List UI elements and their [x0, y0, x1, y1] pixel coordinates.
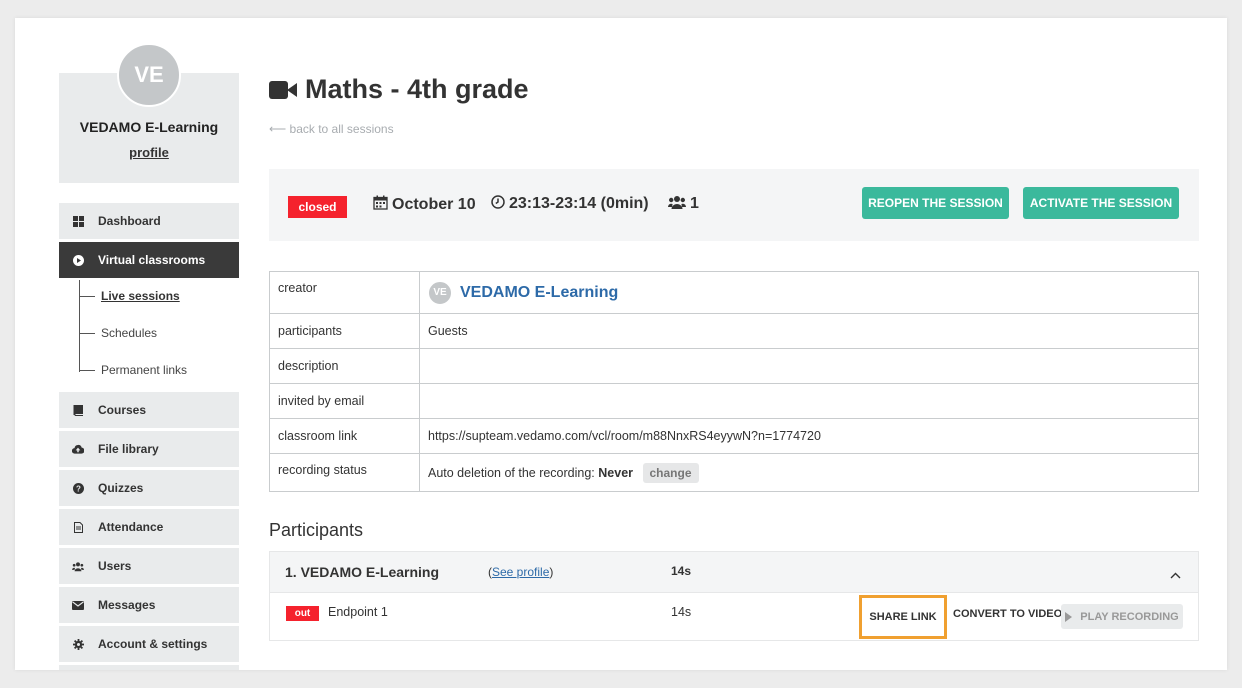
back-to-sessions-link[interactable]: ⟵ back to all sessions [269, 122, 394, 136]
invited-value [419, 383, 1199, 419]
sidebar-item-label: Courses [98, 403, 147, 417]
participant-header-row[interactable]: 1. VEDAMO E-Learning (See profile) 14s [269, 551, 1199, 593]
session-info-table: creator VE VEDAMO E-Learning participants… [269, 271, 1199, 492]
sidebar-item-label: Attendance [98, 520, 164, 534]
sidebar-item-messages[interactable]: Messages [59, 587, 239, 623]
recording-value: Never [598, 465, 634, 480]
see-profile-link[interactable]: See profile [492, 565, 549, 579]
sidebar-item-users[interactable]: Users [59, 548, 239, 584]
sidebar-item-label: Messages [98, 598, 156, 612]
sidebar-item-attendance[interactable]: Attendance [59, 509, 239, 545]
reopen-session-button[interactable]: REOPEN THE SESSION [862, 187, 1009, 219]
cloud-upload-icon [72, 443, 84, 455]
main-card: VE VEDAMO E-Learning profile Dashboard V… [15, 18, 1227, 670]
sidebar-item-file-library[interactable]: File library [59, 431, 239, 467]
tree-branch [79, 370, 95, 371]
activate-session-button[interactable]: ACTIVATE THE SESSION [1023, 187, 1179, 219]
play-icon [1065, 611, 1073, 622]
description-value [419, 348, 1199, 384]
classroom-link-value[interactable]: https://supteam.vedamo.com/vcl/room/m88N… [419, 418, 1199, 454]
users-icon [72, 560, 84, 572]
endpoint-status-badge: out [286, 606, 319, 621]
session-participants-count: 1 [668, 195, 699, 213]
users-icon [668, 195, 686, 213]
participants-count-text: 1 [690, 195, 699, 212]
session-date-text: October 10 [392, 195, 476, 213]
sidebar-item-dashboard[interactable]: Dashboard [59, 203, 239, 239]
session-time-text: 23:13-23:14 (0min) [509, 195, 649, 212]
calendar-icon [373, 195, 388, 214]
participant-name: 1. VEDAMO E-Learning [285, 564, 440, 580]
creator-label: creator [269, 271, 420, 314]
gear-icon [72, 638, 84, 650]
table-row: classroom link https://supteam.vedamo.co… [269, 418, 1199, 454]
sidebar-item-account-settings[interactable]: Account & settings [59, 626, 239, 662]
sidebar-subitem-schedules[interactable]: Schedules [101, 326, 157, 340]
recording-status-cell: Auto deletion of the recording: Never ch… [419, 453, 1199, 492]
creator-name-link[interactable]: VEDAMO E-Learning [460, 284, 618, 301]
tree-line [79, 280, 80, 372]
share-link-button[interactable]: SHARE LINK [859, 595, 947, 639]
svg-text:?: ? [76, 484, 81, 493]
sidebar-item-virtual-classrooms[interactable]: Virtual classrooms [59, 242, 239, 278]
play-circle-icon [72, 254, 84, 266]
sidebar-item-label: Dashboard [98, 214, 161, 228]
sidebar-item-label: Users [98, 559, 132, 573]
invited-label: invited by email [269, 383, 420, 419]
table-row: creator VE VEDAMO E-Learning [269, 271, 1199, 314]
play-recording-button[interactable]: PLAY RECORDING [1061, 604, 1183, 629]
play-recording-label: PLAY RECORDING [1080, 610, 1179, 623]
endpoint-row: out Endpoint 1 14s SHARE LINK CONVERT TO… [269, 593, 1199, 641]
sidebar-item-label: Virtual classrooms [98, 253, 206, 267]
profile-link[interactable]: profile [59, 145, 239, 160]
sidebar-subitem-permanent-links[interactable]: Permanent links [101, 363, 187, 377]
book-icon [72, 404, 84, 416]
sidebar-item-courses[interactable]: Courses [59, 392, 239, 428]
recording-prefix: Auto deletion of the recording: [428, 465, 595, 480]
session-summary-bar: closed October 10 23:13-23:14 (0min) 1 R… [269, 169, 1199, 241]
participants-label: participants [269, 313, 420, 349]
convert-to-video-button[interactable]: CONVERT TO VIDEO [953, 608, 1062, 620]
see-profile-wrapper: (See profile) [488, 565, 554, 579]
description-label: description [269, 348, 420, 384]
sidebar-item-label: Quizzes [98, 481, 144, 495]
clock-icon [491, 195, 505, 213]
sidebar-item-quizzes[interactable]: ? Quizzes [59, 470, 239, 506]
endpoint-name: Endpoint 1 [328, 605, 388, 619]
change-button[interactable]: change [642, 462, 699, 483]
recording-status-label: recording status [269, 453, 420, 492]
table-row: description [269, 348, 1199, 384]
document-icon [72, 521, 84, 533]
sidebar-item-label: Account & settings [98, 637, 208, 651]
tree-branch [79, 296, 95, 297]
page-title-text: Maths - 4th grade [305, 74, 529, 104]
tree-branch [79, 333, 95, 334]
profile-avatar: VE [117, 43, 181, 107]
video-camera-icon [269, 80, 297, 100]
table-row: invited by email [269, 383, 1199, 419]
question-circle-icon: ? [72, 482, 84, 494]
session-date: October 10 [373, 195, 476, 214]
envelope-icon [72, 599, 84, 611]
sidebar-subitem-live-sessions[interactable]: Live sessions [101, 289, 180, 303]
profile-name: VEDAMO E-Learning [79, 119, 219, 135]
creator-cell: VE VEDAMO E-Learning [419, 271, 1199, 314]
sidebar-item-label: File library [98, 442, 159, 456]
table-row: participants Guests [269, 313, 1199, 349]
dashboard-icon [72, 215, 84, 227]
participants-value: Guests [419, 313, 1199, 349]
participant-duration: 14s [671, 564, 692, 578]
creator-avatar: VE [428, 280, 452, 305]
session-time: 23:13-23:14 (0min) [491, 195, 649, 213]
endpoint-duration: 14s [671, 605, 692, 619]
table-row: recording status Auto deletion of the re… [269, 453, 1199, 492]
chevron-up-icon[interactable] [1170, 566, 1181, 584]
status-badge: closed [288, 196, 347, 218]
classroom-link-label: classroom link [269, 418, 420, 454]
participants-section-title: Participants [269, 520, 364, 540]
sidebar-item-more[interactable] [59, 665, 239, 670]
page-title: Maths - 4th grade [269, 74, 529, 105]
